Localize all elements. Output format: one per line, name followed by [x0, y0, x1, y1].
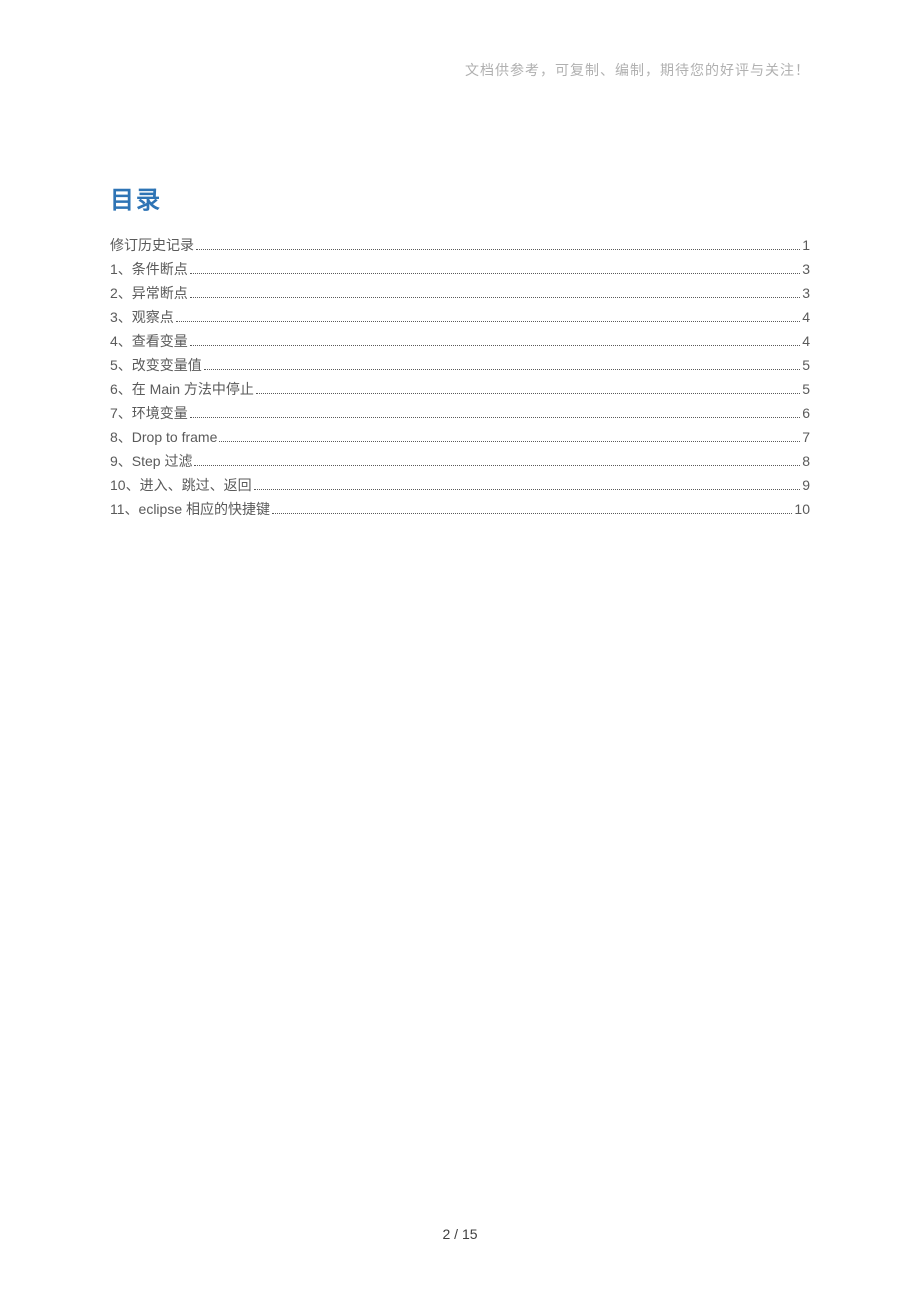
toc-leader-dots [256, 393, 800, 394]
toc-leader-dots [190, 417, 800, 418]
toc-entry-page: 4 [802, 329, 810, 353]
toc-row[interactable]: 9、Step 过滤 8 [110, 449, 810, 473]
toc-entry-page: 7 [802, 425, 810, 449]
toc-entry-page: 9 [802, 473, 810, 497]
toc-row[interactable]: 6、在 Main 方法中停止 5 [110, 377, 810, 401]
toc-entry-label: 修订历史记录 [110, 233, 194, 257]
toc-entry-page: 8 [802, 449, 810, 473]
toc-entry-label: 10、进入、跳过、返回 [110, 473, 252, 497]
toc-entry-page: 6 [802, 401, 810, 425]
toc-entry-label: 11、eclipse 相应的快捷键 [110, 497, 270, 521]
toc-leader-dots [176, 321, 800, 322]
toc-row[interactable]: 2、异常断点 3 [110, 281, 810, 305]
toc-entry-label: 5、改变变量值 [110, 353, 202, 377]
toc-row[interactable]: 10、进入、跳过、返回 9 [110, 473, 810, 497]
toc-entry-page: 5 [802, 377, 810, 401]
toc-entry-page: 10 [794, 497, 810, 521]
toc-leader-dots [194, 465, 800, 466]
toc-entry-label: 4、查看变量 [110, 329, 188, 353]
toc-row[interactable]: 7、环境变量 6 [110, 401, 810, 425]
toc-leader-dots [254, 489, 801, 490]
toc-row[interactable]: 修订历史记录 1 [110, 233, 810, 257]
toc-row[interactable]: 8、Drop to frame 7 [110, 425, 810, 449]
header-note: 文档供参考，可复制、编制，期待您的好评与关注！ [110, 60, 810, 80]
toc-entry-page: 3 [802, 281, 810, 305]
toc-entry-label: 9、Step 过滤 [110, 449, 192, 473]
toc-entry-page: 3 [802, 257, 810, 281]
toc-entry-label: 1、条件断点 [110, 257, 188, 281]
toc-row[interactable]: 1、条件断点 3 [110, 257, 810, 281]
toc-entry-page: 1 [802, 233, 810, 257]
toc-leader-dots [219, 441, 800, 442]
toc-leader-dots [190, 273, 800, 274]
toc-row[interactable]: 5、改变变量值 5 [110, 353, 810, 377]
page-number: 2 / 15 [0, 1226, 920, 1242]
toc-entry-label: 2、异常断点 [110, 281, 188, 305]
toc-entry-label: 6、在 Main 方法中停止 [110, 377, 254, 401]
toc-title: 目录 [110, 180, 810, 215]
table-of-contents: 修订历史记录11、条件断点32、异常断点33、观察点44、查看变量45、改变变量… [110, 233, 810, 521]
toc-entry-label: 3、观察点 [110, 305, 174, 329]
toc-entry-label: 8、Drop to frame [110, 425, 217, 449]
toc-leader-dots [196, 249, 800, 250]
toc-leader-dots [190, 297, 800, 298]
toc-entry-page: 4 [802, 305, 810, 329]
toc-row[interactable]: 3、观察点 4 [110, 305, 810, 329]
toc-row[interactable]: 4、查看变量 4 [110, 329, 810, 353]
toc-entry-page: 5 [802, 353, 810, 377]
toc-leader-dots [272, 513, 792, 514]
toc-row[interactable]: 11、eclipse 相应的快捷键 10 [110, 497, 810, 521]
toc-leader-dots [204, 369, 800, 370]
toc-leader-dots [190, 345, 800, 346]
toc-entry-label: 7、环境变量 [110, 401, 188, 425]
